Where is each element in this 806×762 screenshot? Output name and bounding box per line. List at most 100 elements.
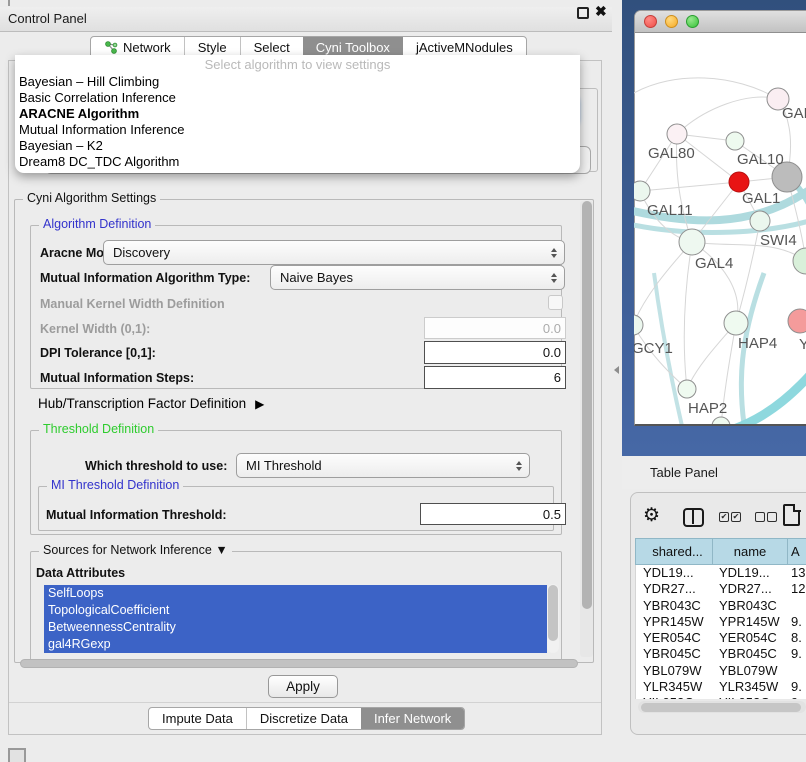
column-header-name[interactable]: name xyxy=(712,538,787,565)
node-label: GAL10 xyxy=(737,151,784,168)
node-y[interactable] xyxy=(788,309,806,333)
mi-steps-input[interactable] xyxy=(424,366,566,389)
table-row[interactable]: YBL079W YBL079W xyxy=(636,663,806,679)
cell-shared: YDL19... xyxy=(636,565,713,581)
cell-value: 9. xyxy=(788,614,806,630)
tab-discretize-data[interactable]: Discretize Data xyxy=(247,708,362,729)
kernel-width-label: Kernel Width (0,1): xyxy=(40,322,150,336)
which-threshold-select[interactable]: MI Threshold xyxy=(236,453,530,478)
close-window-icon[interactable] xyxy=(644,15,657,28)
which-threshold-value: MI Threshold xyxy=(246,458,322,473)
checked-checkbox-icon[interactable]: ✔ xyxy=(719,512,729,522)
kernel-width-input[interactable] xyxy=(424,317,566,339)
panel-separator xyxy=(9,702,601,703)
bottom-tab-bar: Impute Data Discretize Data Infer Networ… xyxy=(148,707,465,730)
checked-checkbox-icon[interactable]: ✔ xyxy=(731,512,741,522)
column-header-shared[interactable]: shared... xyxy=(635,538,712,565)
table-row[interactable]: YDR27... YDR27... 12 xyxy=(636,581,806,597)
node-hap4[interactable] xyxy=(724,311,748,335)
attribute-item-gal4rgexp[interactable]: gal4RGexp xyxy=(44,636,547,653)
node-gcy1[interactable] xyxy=(634,315,643,335)
dpi-tolerance-label: DPI Tolerance [0,1]: xyxy=(40,346,156,360)
tab-cyni-toolbox-label: Cyni Toolbox xyxy=(316,40,390,55)
hub-definition-expander[interactable]: Hub/Transcription Factor Definition ▶ xyxy=(38,396,264,411)
network-window-titlebar[interactable] xyxy=(635,11,806,33)
gear-icon[interactable]: ⚙ xyxy=(643,504,660,527)
unchecked-checkbox-icon[interactable] xyxy=(755,512,765,522)
node-gal11[interactable] xyxy=(634,181,650,201)
table-horizontal-scrollbar[interactable] xyxy=(638,701,806,713)
table-row[interactable]: YPR145W YPR145W 9. xyxy=(636,614,806,630)
float-panel-icon[interactable] xyxy=(577,7,589,19)
table-row[interactable]: YBR045C YBR045C 9. xyxy=(636,646,806,662)
tab-infer-network[interactable]: Infer Network xyxy=(361,708,464,729)
minimized-panel-icon[interactable] xyxy=(8,748,26,762)
collapse-arrow-icon[interactable]: ▼ xyxy=(215,543,227,557)
expand-arrow-icon: ▶ xyxy=(255,397,264,411)
table-row[interactable]: YIL052C YIL052C 9. xyxy=(636,695,806,699)
mi-type-select[interactable]: Naive Bayes xyxy=(270,265,565,290)
mi-threshold-legend: MI Threshold Definition xyxy=(47,478,183,492)
node-gal10[interactable] xyxy=(726,132,744,150)
manual-kernel-checkbox[interactable] xyxy=(548,295,563,310)
table-row[interactable]: YLR345W YLR345W 9. xyxy=(636,679,806,695)
unchecked-checkbox-icon[interactable] xyxy=(767,512,777,522)
divider-resize-icon[interactable] xyxy=(614,366,619,374)
settings-horizontal-scrollbar[interactable] xyxy=(18,658,592,669)
attribute-item-selfloops[interactable]: SelfLoops xyxy=(44,585,547,602)
network-canvas[interactable]: GAL GAL80 GAL10 GAL1 GAL11 SWI4 GAL4 GCY… xyxy=(634,33,806,424)
node-hap2[interactable] xyxy=(678,380,696,398)
attribute-item-betweennesscentrality[interactable]: BetweennessCentrality xyxy=(44,619,547,636)
node-label: GAL11 xyxy=(647,202,693,219)
node-gal4[interactable] xyxy=(679,229,705,255)
maximize-window-icon[interactable] xyxy=(686,15,699,28)
cell-name: YER054C xyxy=(713,630,788,646)
columns-icon[interactable] xyxy=(683,508,704,527)
attribute-list-scrollbar[interactable] xyxy=(547,584,559,653)
settings-vertical-scrollbar[interactable] xyxy=(580,201,593,657)
cell-value xyxy=(788,598,806,614)
dpi-tolerance-input[interactable] xyxy=(424,341,566,364)
dropdown-item-mutual-information[interactable]: Mutual Information Inference xyxy=(19,122,184,137)
node-label: GAL4 xyxy=(695,255,733,272)
node-label: GAL80 xyxy=(648,145,695,162)
cell-name: YBR043C xyxy=(713,598,788,614)
close-panel-icon[interactable]: ✖ xyxy=(595,3,607,20)
minimize-window-icon[interactable] xyxy=(665,15,678,28)
table-panel-title: Table Panel xyxy=(650,465,718,480)
control-panel-titlebar: Control Panel xyxy=(0,7,612,32)
node-right-green[interactable] xyxy=(793,248,806,274)
table-row[interactable]: YER054C YER054C 8. xyxy=(636,630,806,646)
mi-steps-label: Mutual Information Steps: xyxy=(40,371,194,385)
node-gal80[interactable] xyxy=(667,124,687,144)
node-label: GCY1 xyxy=(634,340,673,357)
cell-name: YDL19... xyxy=(713,565,788,581)
data-attributes-label: Data Attributes xyxy=(36,566,125,580)
dropdown-item-dream8[interactable]: Dream8 DC_TDC Algorithm xyxy=(19,154,179,169)
dropdown-item-bayesian-hill[interactable]: Bayesian – Hill Climbing xyxy=(19,74,159,89)
table-body: YDL19... YDL19... 13 YDR27... YDR27... 1… xyxy=(635,565,806,699)
attribute-item-topologicalcoefficient[interactable]: TopologicalCoefficient xyxy=(44,602,547,619)
tab-impute-data[interactable]: Impute Data xyxy=(149,708,247,729)
aracne-mode-value: Discovery xyxy=(113,245,170,260)
column-header-partial[interactable]: A xyxy=(787,538,806,565)
dropdown-item-aracne[interactable]: ARACNE Algorithm xyxy=(19,106,139,121)
which-threshold-label: Which threshold to use: xyxy=(85,459,227,473)
table-row[interactable]: YDL19... YDL19... 13 xyxy=(636,565,806,581)
node-swi4[interactable] xyxy=(750,211,770,231)
mi-threshold-input[interactable] xyxy=(420,503,566,525)
cell-shared: YIL052C xyxy=(636,695,713,699)
dropdown-item-bayesian-k2[interactable]: Bayesian – K2 xyxy=(19,138,103,153)
file-icon[interactable] xyxy=(783,504,800,526)
node-bottom[interactable] xyxy=(712,417,730,424)
cell-shared: YLR345W xyxy=(636,679,713,695)
aracne-mode-select[interactable]: Discovery xyxy=(103,240,565,265)
apply-button[interactable]: Apply xyxy=(268,675,338,698)
mi-threshold-label: Mutual Information Threshold: xyxy=(46,508,227,522)
table-row[interactable]: YBR043C YBR043C xyxy=(636,598,806,614)
node-label: HAP4 xyxy=(738,335,777,352)
threshold-definition-legend: Threshold Definition xyxy=(39,422,158,436)
dropdown-item-basic-correlation[interactable]: Basic Correlation Inference xyxy=(19,90,176,105)
node-label: GAL xyxy=(782,105,806,122)
node-gal1[interactable] xyxy=(729,172,749,192)
